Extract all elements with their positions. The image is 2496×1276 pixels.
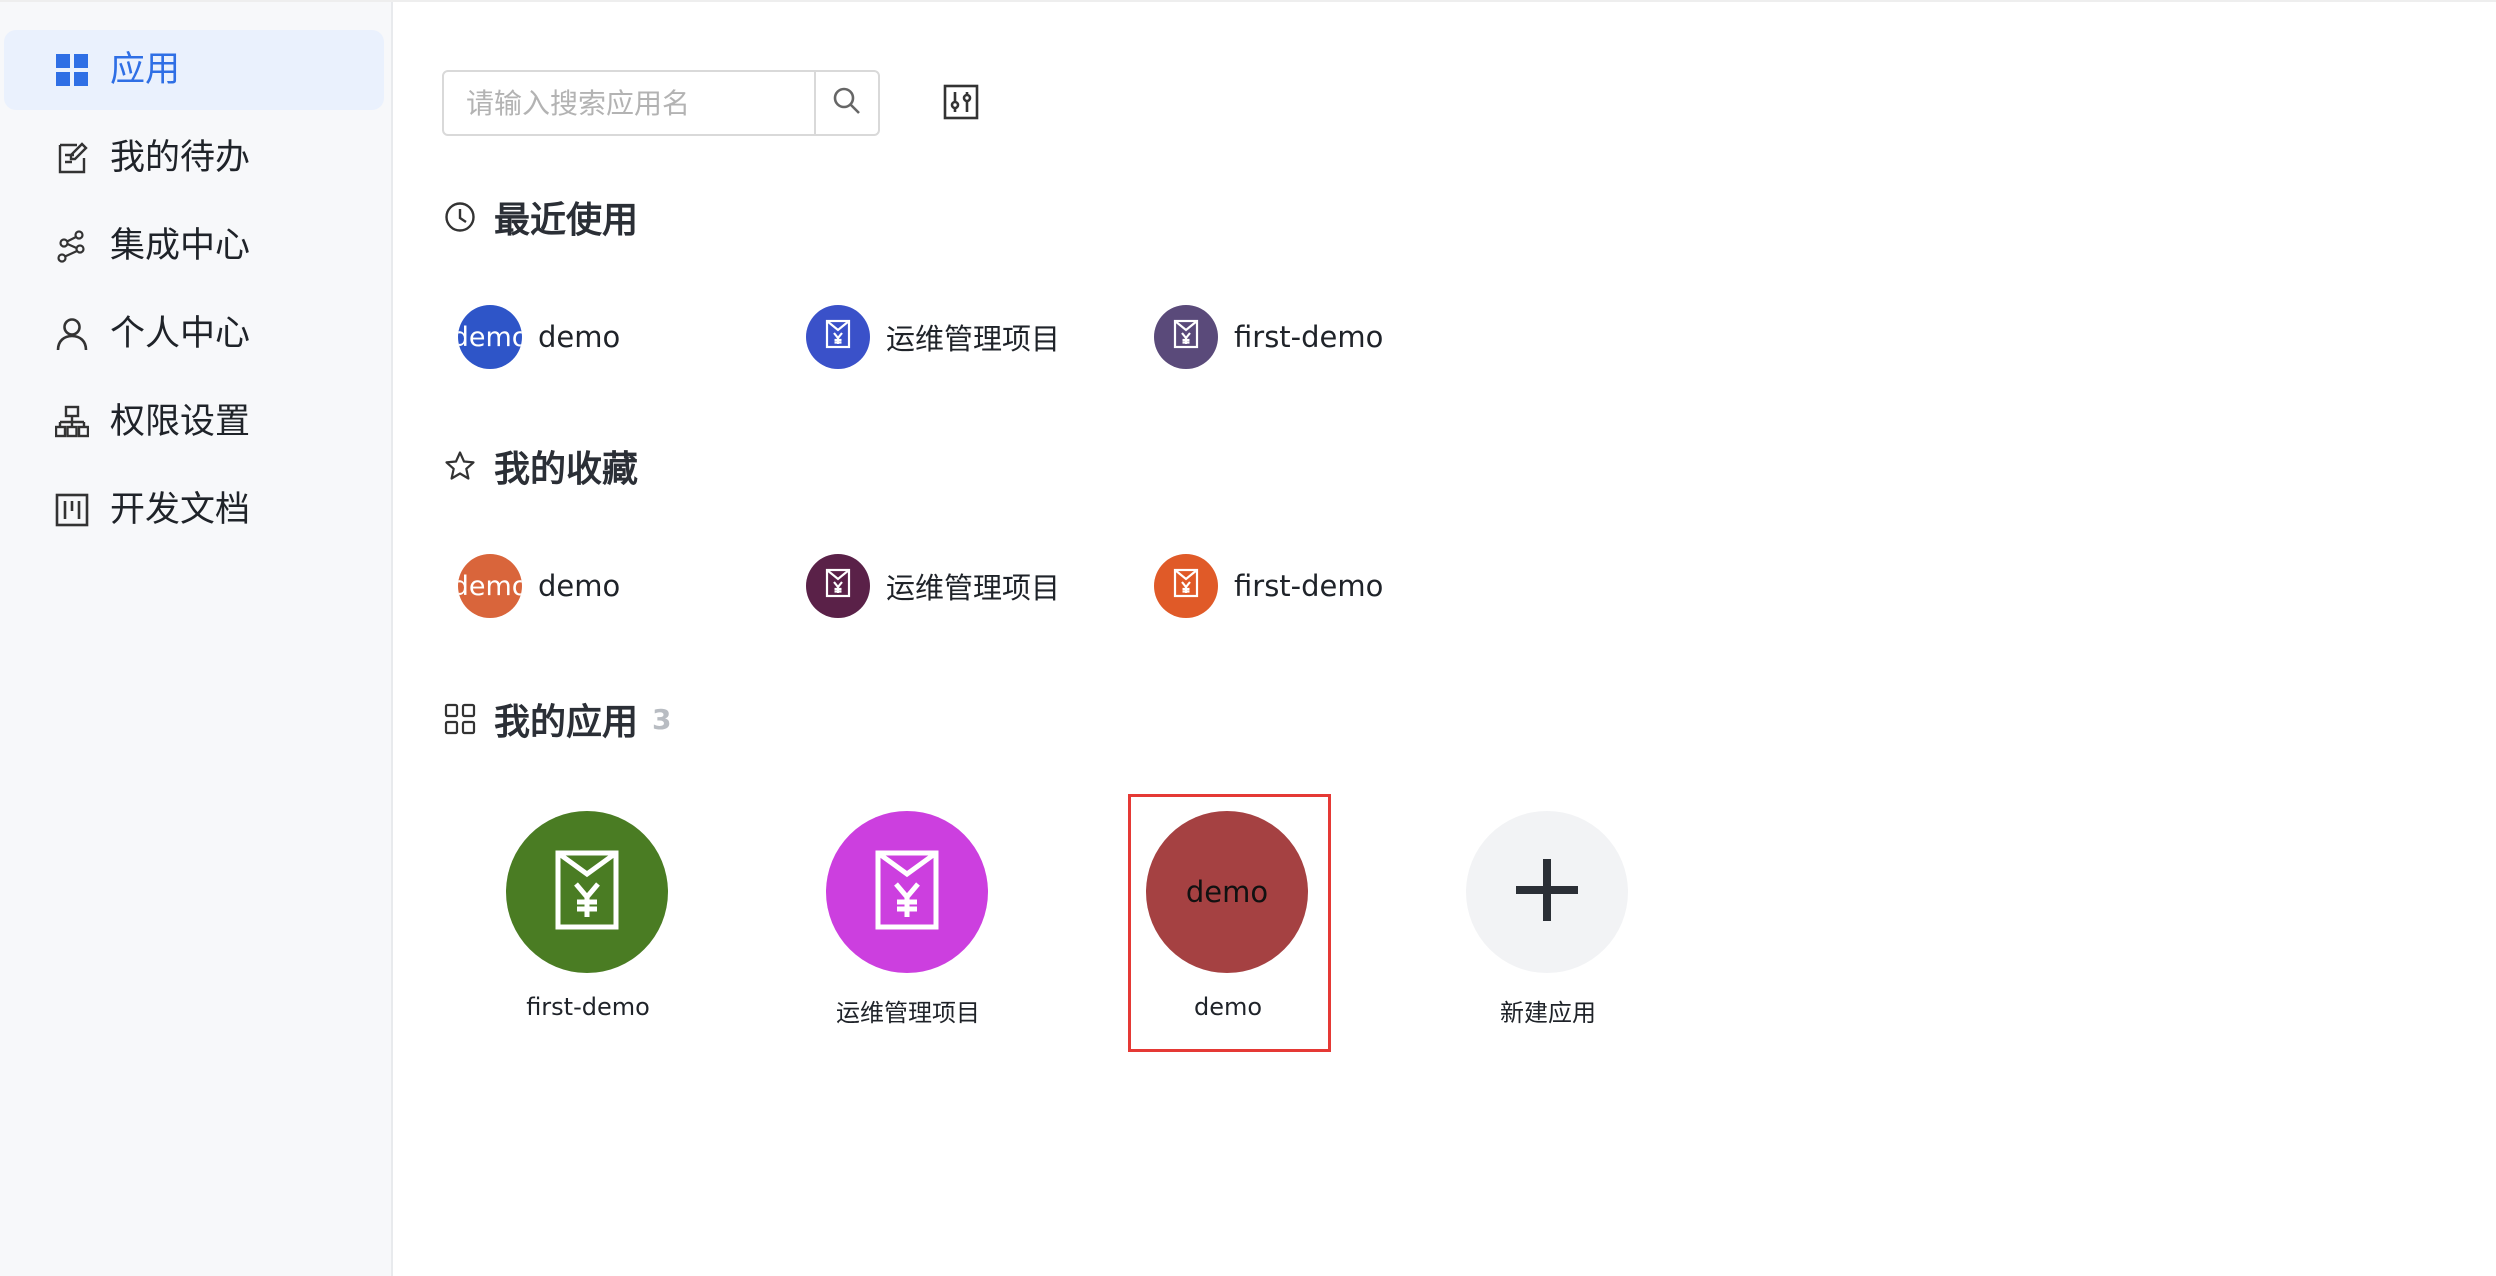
filter-settings-icon	[943, 84, 979, 124]
app-avatar	[506, 811, 668, 973]
sidebar-item-integration[interactable]: 集成中心	[4, 206, 384, 286]
sidebar-item-label: 开发文档	[110, 490, 251, 530]
app-avatar	[806, 305, 870, 369]
recent-section-title: 最近使用	[442, 192, 638, 242]
sidebar-item-docs[interactable]: 开发文档	[4, 470, 384, 550]
sidebar-item-label: 个人中心	[110, 314, 251, 354]
integration-icon	[54, 228, 90, 264]
search-input[interactable]	[444, 72, 814, 134]
app-name: 运维管理项目	[886, 322, 1061, 356]
app-avatar	[1154, 554, 1218, 618]
app-card-demo[interactable]: demo demo	[1128, 797, 1328, 1057]
app-avatar: demo	[458, 305, 522, 369]
favorites-section-title: 我的收藏	[442, 441, 638, 491]
star-icon	[442, 448, 478, 484]
app-avatar	[1154, 305, 1218, 369]
sidebar-item-label: 权限设置	[110, 402, 251, 442]
bill-icon	[825, 319, 851, 356]
bill-icon	[875, 850, 939, 934]
sidebar-item-label: 我的待办	[110, 138, 251, 178]
my-apps-section-title: 我的应用 3	[442, 694, 672, 744]
user-icon	[54, 316, 90, 352]
filter-settings-button[interactable]	[942, 84, 980, 124]
sidebar: 应用 我的待办 集成中心 个人中心 权限设置 开发文档	[0, 2, 393, 1276]
grid-icon	[54, 52, 90, 88]
app-name: first-demo	[1234, 320, 1384, 354]
app-name: demo	[1193, 993, 1263, 1021]
app-name: 运维管理项目	[886, 571, 1061, 605]
doc-board-icon	[54, 492, 90, 528]
app-name: demo	[538, 320, 621, 354]
app-name: 运维管理项目	[836, 999, 980, 1027]
search-icon	[832, 86, 862, 120]
avatar-text: demo	[458, 570, 522, 602]
sidebar-item-profile[interactable]: 个人中心	[4, 294, 384, 374]
avatar-text: demo	[1185, 875, 1269, 909]
bill-icon	[555, 850, 619, 934]
new-app-avatar	[1466, 811, 1628, 973]
sidebar-item-label: 集成中心	[110, 226, 251, 266]
app-avatar	[826, 811, 988, 973]
favorite-item-demo[interactable]: demo demo	[458, 553, 620, 619]
app-avatar: demo	[1146, 811, 1308, 973]
new-app-button[interactable]: 新建应用	[1448, 797, 1648, 1057]
recent-item-demo[interactable]: demo demo	[458, 304, 620, 370]
sidebar-item-todo[interactable]: 我的待办	[4, 118, 384, 198]
todo-icon	[54, 140, 90, 176]
app-name: first-demo	[1234, 569, 1384, 603]
section-heading: 我的应用	[494, 702, 639, 743]
plus-icon	[1514, 857, 1580, 927]
app-count: 3	[652, 702, 672, 736]
app-card-first-demo[interactable]: first-demo	[488, 797, 688, 1057]
bill-icon	[1173, 568, 1199, 605]
bill-icon	[825, 568, 851, 605]
app-name: first-demo	[526, 993, 650, 1021]
favorite-item-ops[interactable]: 运维管理项目	[806, 553, 1060, 619]
clock-icon	[442, 199, 478, 235]
sidebar-item-apps[interactable]: 应用	[4, 30, 384, 110]
section-heading: 最近使用	[494, 200, 639, 241]
bill-icon	[1173, 319, 1199, 356]
favorite-item-first-demo[interactable]: first-demo	[1154, 553, 1383, 619]
new-app-label: 新建应用	[1500, 999, 1596, 1027]
avatar-text: demo	[458, 321, 522, 353]
app-card-ops[interactable]: 运维管理项目	[808, 797, 1008, 1057]
apps-grid-icon	[442, 701, 478, 737]
search-button[interactable]	[814, 72, 878, 134]
recent-item-ops[interactable]: 运维管理项目	[806, 304, 1060, 370]
section-heading: 我的收藏	[494, 449, 639, 490]
recent-item-first-demo[interactable]: first-demo	[1154, 304, 1383, 370]
org-chart-icon	[54, 404, 90, 440]
app-name: demo	[538, 569, 621, 603]
sidebar-item-label: 应用	[110, 50, 181, 90]
app-avatar	[806, 554, 870, 618]
app-avatar: demo	[458, 554, 522, 618]
sidebar-item-permissions[interactable]: 权限设置	[4, 382, 384, 462]
search-box	[442, 70, 880, 136]
